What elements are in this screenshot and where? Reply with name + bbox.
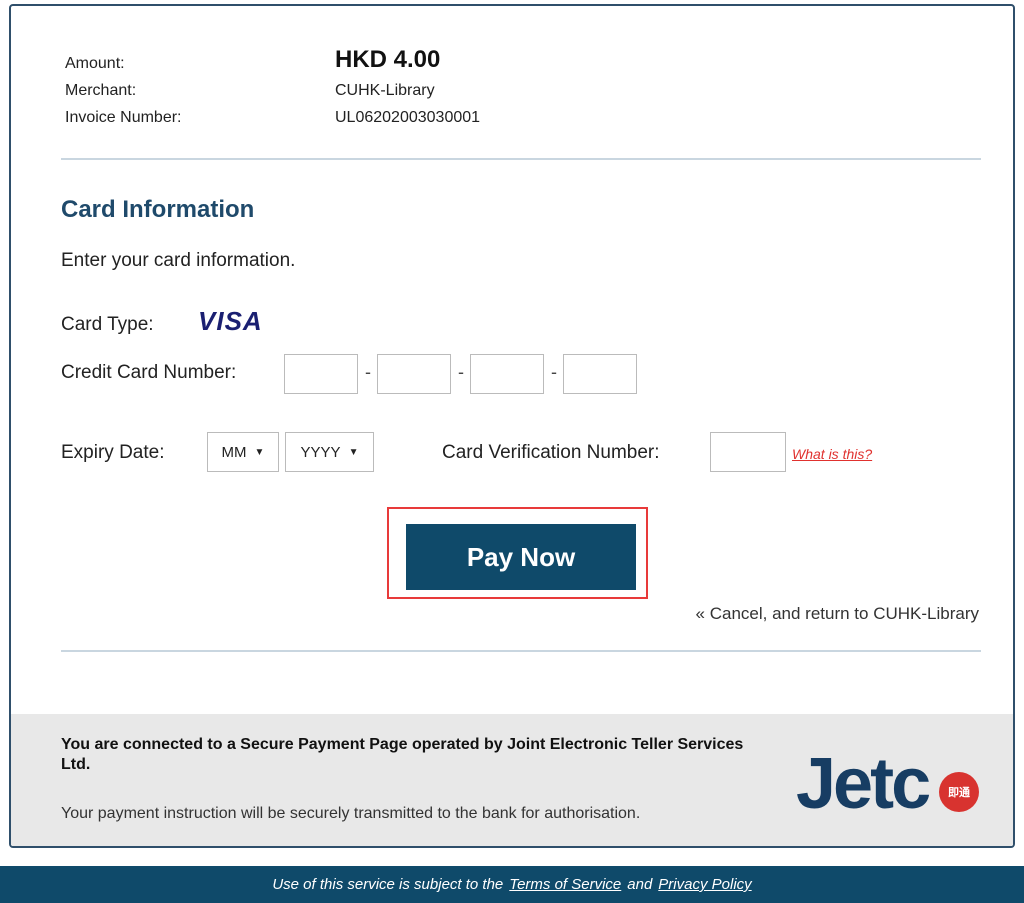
- terms-and: and: [627, 876, 653, 893]
- merchant-label: Merchant:: [65, 82, 137, 99]
- invoice-label: Invoice Number:: [65, 109, 182, 126]
- caret-down-icon: ▼: [254, 446, 265, 458]
- divider: [61, 158, 981, 160]
- card-info-intro: Enter your card information.: [61, 250, 296, 271]
- jetco-badge-icon: 即通: [939, 772, 979, 812]
- terms-bar: Use of this service is subject to the Te…: [0, 866, 1024, 903]
- card-number-input-1[interactable]: [284, 354, 358, 394]
- pay-now-button[interactable]: Pay Now: [406, 524, 636, 590]
- card-number-separator: -: [365, 362, 371, 382]
- what-is-this-link[interactable]: What is this?: [792, 446, 872, 462]
- card-info-title: Card Information: [61, 196, 255, 223]
- card-type-label: Card Type:: [61, 314, 154, 335]
- jetco-logo: Jetc 即通: [796, 744, 996, 824]
- card-number-input-3[interactable]: [470, 354, 544, 394]
- expiry-year-select[interactable]: YYYY ▼: [285, 432, 374, 472]
- secure-notice: You are connected to a Secure Payment Pa…: [61, 736, 744, 773]
- terms-prefix: Use of this service is subject to the: [272, 876, 504, 893]
- invoice-value: UL06202003030001: [335, 109, 481, 126]
- expiry-year-value: YYYY: [300, 443, 341, 461]
- jetco-logo-text: Jetc: [796, 744, 931, 824]
- expiry-label: Expiry Date:: [61, 442, 165, 463]
- cvn-label: Card Verification Number:: [442, 442, 660, 463]
- caret-down-icon: ▼: [348, 446, 359, 458]
- expiry-month-select[interactable]: MM ▼: [207, 432, 279, 472]
- card-number-input-4[interactable]: [563, 354, 637, 394]
- card-number-separator: -: [458, 362, 464, 382]
- merchant-value: CUHK-Library: [335, 82, 435, 99]
- privacy-policy-link[interactable]: Privacy Policy: [658, 876, 751, 893]
- amount-value: HKD 4.00: [335, 46, 441, 73]
- card-number-label: Credit Card Number:: [61, 362, 237, 383]
- amount-label: Amount:: [65, 55, 125, 72]
- card-number-separator: -: [551, 362, 557, 382]
- terms-of-service-link[interactable]: Terms of Service: [509, 876, 621, 893]
- cvn-input[interactable]: [710, 432, 786, 472]
- card-number-input-2[interactable]: [377, 354, 451, 394]
- transmit-notice: Your payment instruction will be securel…: [61, 805, 641, 822]
- expiry-month-value: MM: [221, 443, 247, 461]
- divider: [61, 650, 981, 652]
- payment-panel: Amount: HKD 4.00 Merchant: CUHK-Library …: [9, 4, 1015, 848]
- visa-logo: VISA: [198, 306, 263, 336]
- cancel-link[interactable]: « Cancel, and return to CUHK-Library: [696, 604, 979, 624]
